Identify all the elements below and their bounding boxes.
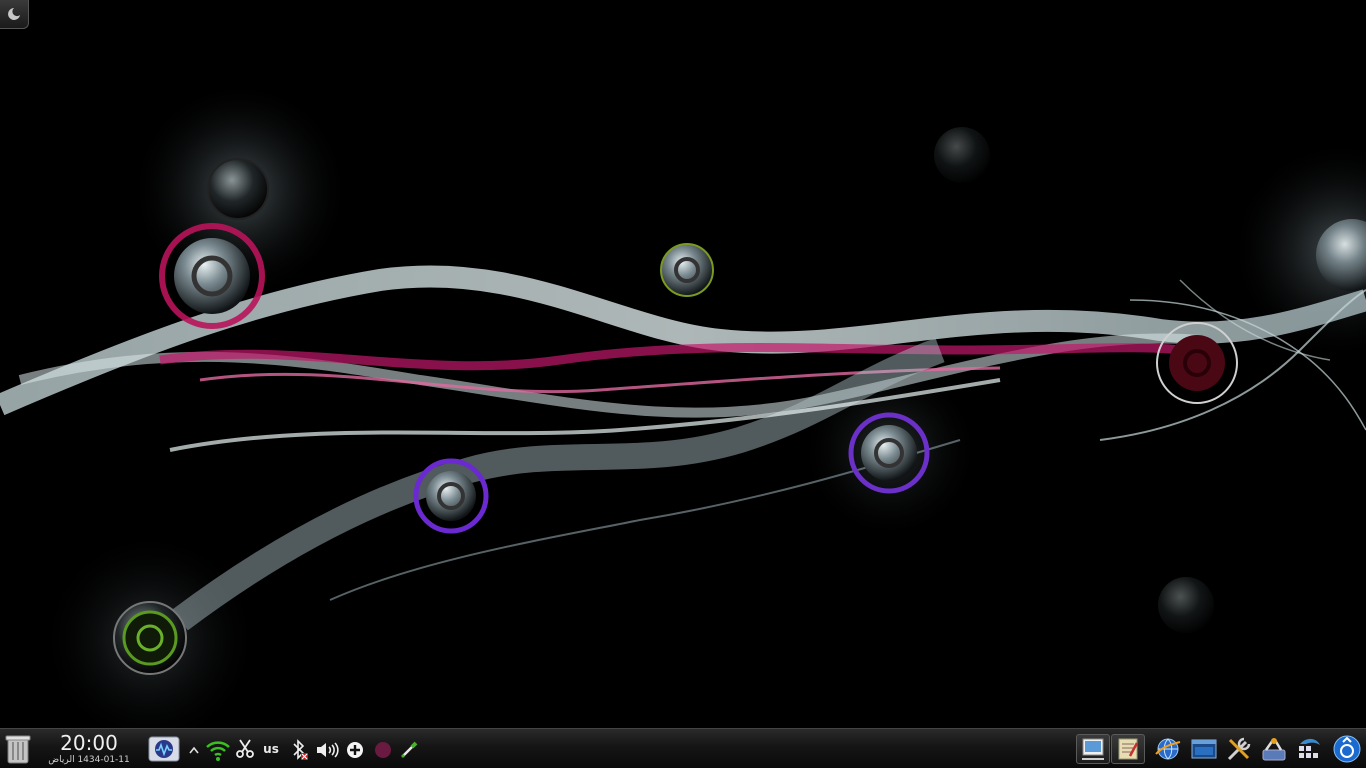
quicklaunch-dolphin[interactable] — [1294, 735, 1324, 763]
wifi-icon — [206, 741, 230, 761]
screenshot-app-icon — [1082, 738, 1104, 760]
volume-icon — [317, 742, 339, 758]
klipper-button[interactable] — [234, 737, 256, 761]
task-screenshot-app[interactable] — [1076, 734, 1110, 764]
system-monitor-button[interactable] — [148, 736, 180, 762]
quicklaunch-desktop[interactable] — [1189, 735, 1219, 763]
wallpaper — [0, 0, 1366, 728]
record-icon — [375, 742, 391, 758]
desktop[interactable] — [0, 0, 1366, 728]
add-widget-button[interactable] — [344, 739, 366, 761]
tools-icon — [1227, 737, 1251, 761]
plasma-toolbox-button[interactable] — [0, 0, 29, 29]
trash-button[interactable] — [3, 733, 33, 765]
add-icon — [347, 742, 363, 758]
system-monitor-icon — [148, 736, 180, 762]
bluetooth-disabled-icon — [293, 739, 308, 760]
network-button[interactable] — [205, 737, 231, 763]
clock-date: 1434-01-11 الرياض — [48, 755, 130, 765]
fingerprint-update-icon — [1333, 735, 1361, 763]
notes-app-icon — [1118, 738, 1139, 760]
clock-time: 20:00 — [60, 731, 118, 755]
quicklaunch-network[interactable] — [1154, 735, 1182, 763]
quicklaunch-settings[interactable] — [1224, 735, 1254, 763]
quicklaunch-network-settings[interactable] — [1259, 735, 1289, 763]
systray-expand-button[interactable] — [187, 743, 201, 757]
bluetooth-button[interactable] — [288, 737, 310, 763]
dolphin-file-manager-icon — [1299, 738, 1320, 758]
record-button[interactable] — [372, 739, 394, 761]
color-picker-icon — [401, 741, 418, 758]
taskbar-panel: 20:00 1434-01-11 الرياض us — [0, 728, 1366, 768]
keyboard-layout-button[interactable]: us — [259, 739, 283, 759]
chevron-up-icon — [189, 746, 199, 754]
desktop-window-icon — [1191, 739, 1217, 759]
network-settings-icon — [1262, 738, 1286, 761]
quicklaunch-updater[interactable] — [1330, 733, 1364, 765]
volume-button[interactable] — [314, 738, 340, 762]
globe-network-icon — [1155, 738, 1181, 760]
color-picker-button[interactable] — [398, 737, 422, 761]
plasma-toolbox-icon — [8, 8, 20, 20]
task-notes-app[interactable] — [1111, 734, 1145, 764]
trash-icon — [5, 735, 31, 764]
scissors-icon — [236, 739, 254, 758]
